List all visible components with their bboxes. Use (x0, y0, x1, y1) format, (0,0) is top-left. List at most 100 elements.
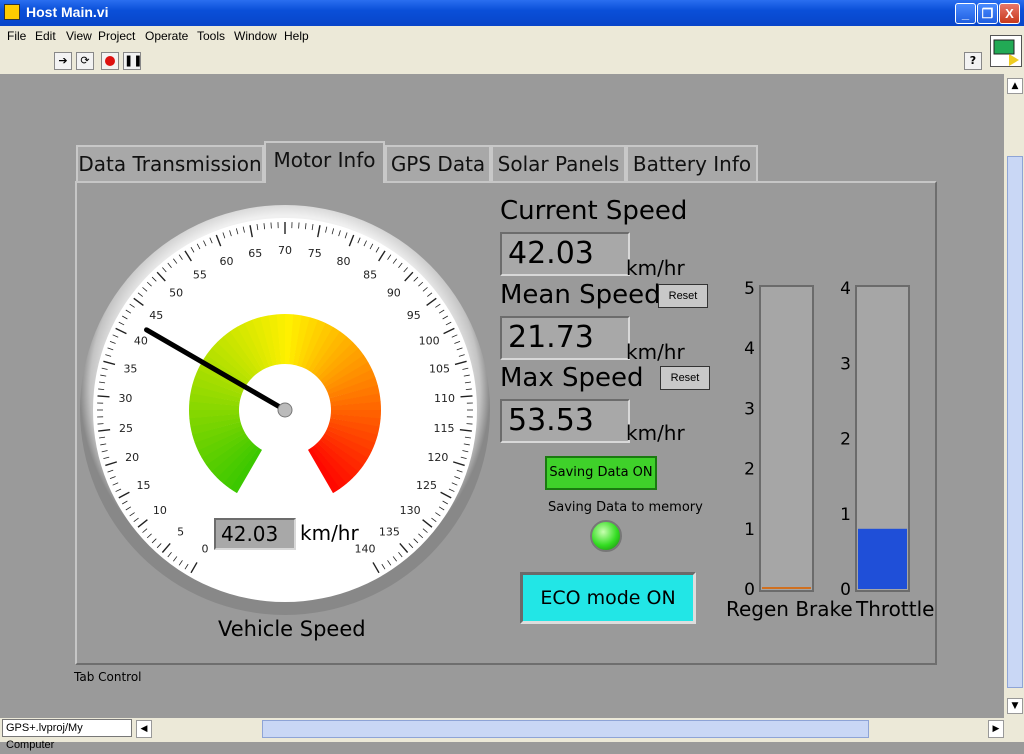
menu-file[interactable]: File (7, 29, 26, 43)
tab-gps-data[interactable]: GPS Data (385, 145, 491, 181)
speed-readout: 42.03 (214, 518, 296, 550)
gauge-tick-label: 95 (407, 309, 421, 322)
current-speed-unit: km/hr (626, 256, 685, 280)
scroll-right-icon[interactable]: ▶ (988, 720, 1004, 738)
scroll-left-icon[interactable]: ◀ (136, 720, 152, 738)
minimize-button[interactable]: _ (955, 3, 976, 24)
gauge-tick-label: 70 (278, 244, 292, 257)
max-speed-label: Max Speed (500, 363, 644, 393)
slider-tick-label: 4 (744, 339, 755, 359)
slider-tick-label: 2 (744, 460, 755, 480)
close-button[interactable]: X (999, 3, 1020, 24)
gauge-tick-label: 110 (434, 392, 455, 405)
scroll-up-icon[interactable]: ▲ (1007, 78, 1023, 94)
slider-tick-label: 2 (840, 430, 851, 450)
slider-fill (858, 529, 907, 589)
project-path: GPS+.lvproj/My Computer (2, 719, 132, 737)
gauge-tick-label: 45 (149, 309, 163, 322)
menu-view[interactable]: View (66, 29, 92, 43)
gauge-tick-label: 35 (123, 363, 137, 376)
run-continuously-icon[interactable]: ⟳ (76, 52, 94, 70)
menu-tools[interactable]: Tools (197, 29, 225, 43)
gauge-tick-label: 85 (363, 269, 377, 282)
slider-tick-label: 0 (840, 580, 851, 600)
gauge-tick-label: 60 (220, 255, 234, 268)
current-speed-label: Current Speed (500, 196, 687, 226)
gauge-label: Vehicle Speed (218, 617, 366, 641)
gauge-tick-label: 105 (429, 363, 450, 376)
gauge-tick-label: 75 (308, 247, 322, 260)
saving-data-label: Saving Data to memory (548, 500, 703, 515)
gauge-tick-label: 90 (387, 287, 401, 300)
regen-brake-label: Regen Brake (726, 597, 853, 621)
throttle-slider: 4 3 2 1 0 (830, 280, 920, 600)
max-speed-unit: km/hr (626, 421, 685, 445)
tab-solar-panels[interactable]: Solar Panels (491, 145, 626, 181)
context-help-icon[interactable]: ? (964, 52, 982, 70)
throttle-label: Throttle (856, 597, 934, 621)
horizontal-scroll-thumb[interactable] (262, 720, 869, 738)
menu-project[interactable]: Project (98, 29, 135, 43)
gauge-tick-label: 50 (169, 287, 183, 300)
gauge-tick-label: 130 (400, 504, 421, 517)
tab-data-transmission[interactable]: Data Transmission (76, 145, 264, 181)
gauge-tick-label: 80 (336, 255, 350, 268)
saving-data-button[interactable]: Saving Data ON (545, 456, 657, 490)
toolbar: ➔ ⟳ ❚❚ ? (0, 47, 1024, 75)
pause-icon[interactable]: ❚❚ (123, 52, 141, 70)
mean-speed-reset-button[interactable]: Reset (658, 284, 708, 308)
speed-gauge: 0510152025303540455055606570758085909510… (75, 205, 495, 615)
run-arrow-icon[interactable]: ➔ (54, 52, 72, 70)
menu-operate[interactable]: Operate (145, 29, 188, 43)
gauge-tick-label: 120 (427, 451, 448, 464)
gauge-tick-label: 100 (419, 335, 440, 348)
slider-tick-label: 3 (840, 354, 851, 374)
gauge-tick-label: 125 (416, 479, 437, 492)
slider-tick-label: 5 (744, 280, 755, 299)
menu-help[interactable]: Help (284, 29, 309, 43)
eco-mode-button[interactable]: ECO mode ON (520, 572, 696, 624)
slider-tick-label: 4 (840, 280, 851, 299)
gauge-tick-label: 65 (248, 247, 262, 260)
menu-window[interactable]: Window (234, 29, 277, 43)
mean-speed-label: Mean Speed (500, 280, 661, 310)
menu-edit[interactable]: Edit (35, 29, 56, 43)
gauge-major-tick (461, 396, 473, 397)
title-bar (0, 0, 1024, 26)
slider-tick-label: 3 (744, 399, 755, 419)
window-title: Host Main.vi (26, 4, 108, 20)
scroll-down-icon[interactable]: ▼ (1007, 698, 1023, 714)
current-speed-value: 42.03 (500, 232, 630, 276)
vi-icon (990, 35, 1022, 67)
menu-bar: File Edit View Project Operate Tools Win… (0, 26, 1024, 47)
slider-fill (762, 587, 811, 589)
vertical-scrollbar[interactable]: ▲ ▼ (1004, 74, 1024, 718)
gauge-tick-label: 115 (433, 422, 454, 435)
maximize-button[interactable]: ❐ (977, 3, 998, 24)
abort-icon[interactable] (101, 52, 119, 70)
tab-battery-info[interactable]: Battery Info (626, 145, 758, 181)
gauge-tick-label: 135 (379, 525, 400, 538)
speed-readout-unit: km/hr (300, 521, 359, 545)
gauge-tick-label: 15 (137, 479, 151, 492)
gauge-tick-label: 5 (177, 525, 184, 538)
labview-app-icon (4, 4, 20, 20)
gauge-tick-label: 55 (193, 269, 207, 282)
max-speed-value: 53.53 (500, 399, 630, 443)
gauge-tick-label: 20 (125, 451, 139, 464)
saving-led-indicator (590, 520, 622, 552)
vertical-scroll-thumb[interactable] (1007, 156, 1023, 688)
slider-tick-label: 1 (744, 520, 755, 540)
gauge-tick-label: 30 (118, 392, 132, 405)
regen-brake-slider: 543210 (735, 280, 825, 600)
gauge-tick-label: 0 (202, 543, 209, 556)
slider-tick-label: 1 (840, 505, 851, 525)
gauge-tick-label: 10 (153, 504, 167, 517)
tab-motor-info[interactable]: Motor Info (264, 141, 385, 183)
gauge-tick-label: 25 (119, 422, 133, 435)
mean-speed-value: 21.73 (500, 316, 630, 360)
tab-control-label: Tab Control (74, 670, 142, 684)
gauge-hub (278, 403, 292, 417)
max-speed-reset-button[interactable]: Reset (660, 366, 710, 390)
gauge-major-tick (98, 396, 110, 397)
